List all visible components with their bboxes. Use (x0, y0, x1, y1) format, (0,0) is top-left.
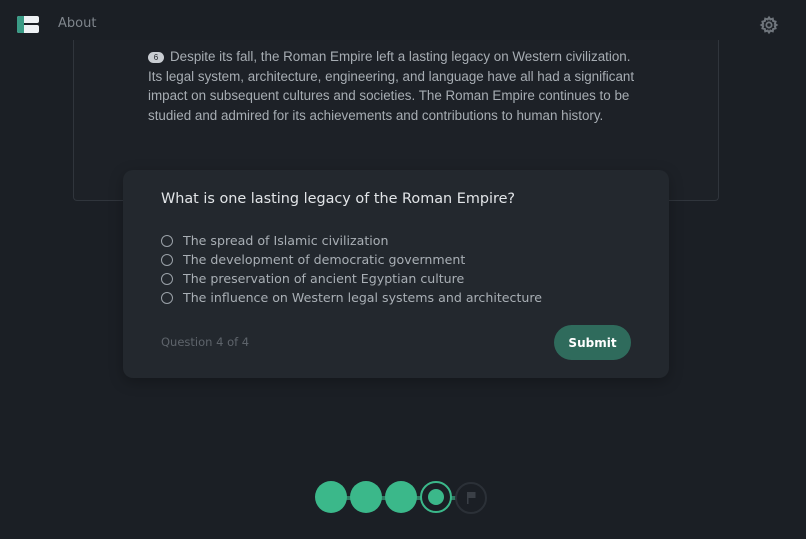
step-4-current[interactable] (420, 481, 452, 513)
answer-option-3[interactable]: The preservation of ancient Egyptian cul… (161, 269, 542, 288)
gear-icon[interactable] (759, 15, 779, 35)
option-label: The spread of Islamic civilization (183, 233, 389, 248)
step-2-completed[interactable] (350, 481, 382, 513)
radio-button[interactable] (161, 291, 173, 304)
answer-option-1[interactable]: The spread of Islamic civilization (161, 231, 542, 250)
answer-option-4[interactable]: The influence on Western legal systems a… (161, 288, 542, 307)
step-3-completed[interactable] (385, 481, 417, 513)
radio-button[interactable] (161, 253, 173, 266)
radio-button[interactable] (161, 272, 173, 285)
app-logo-icon[interactable] (17, 16, 39, 33)
question-text: What is one lasting legacy of the Roman … (161, 191, 516, 207)
step-1-completed[interactable] (315, 481, 347, 513)
passage-text: 6 Despite its fall, the Roman Empire left… (148, 47, 648, 125)
submit-button[interactable]: Submit (554, 325, 631, 360)
answer-options: The spread of Islamic civilization The d… (161, 231, 542, 307)
radio-button[interactable] (161, 234, 173, 247)
paragraph-number-badge: 6 (148, 52, 164, 63)
passage-paragraph: Despite its fall, the Roman Empire left … (148, 49, 635, 123)
answer-option-2[interactable]: The development of democratic government (161, 250, 542, 269)
quiz-card: What is one lasting legacy of the Roman … (123, 170, 669, 378)
question-stepper (315, 481, 490, 515)
finish-step[interactable] (455, 482, 487, 514)
about-link[interactable]: About (58, 16, 96, 31)
question-progress: Question 4 of 4 (161, 335, 250, 349)
flag-icon (467, 492, 476, 504)
option-label: The development of democratic government (183, 252, 466, 267)
option-label: The influence on Western legal systems a… (183, 290, 543, 305)
option-label: The preservation of ancient Egyptian cul… (183, 271, 465, 286)
